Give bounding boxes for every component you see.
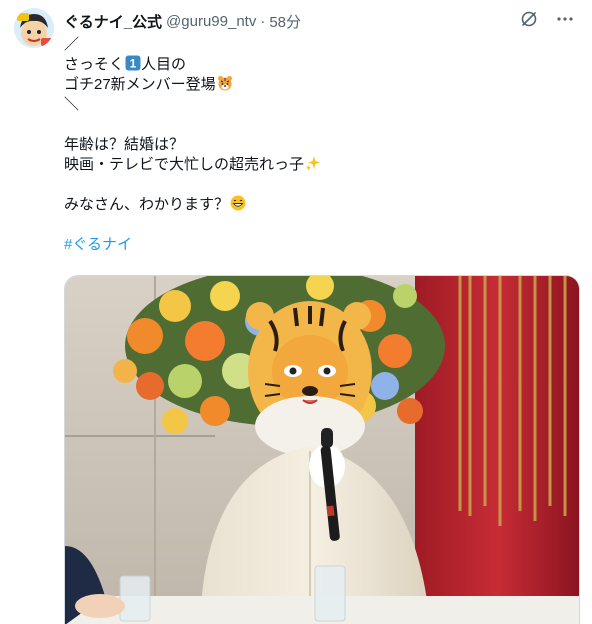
tweet-text: ／ さっそく 1 人目の ゴチ27新メンバー登場 ＼ 年齢は？結婚は？ 映画・テレビ… [64, 35, 564, 255]
text-segment: ゴチ27新メンバー登場 [64, 76, 216, 93]
author-handle[interactable]: @guru99_ntv [166, 13, 256, 30]
text-line-3: ゴチ27新メンバー登場 [64, 75, 564, 95]
tiger-face-emoji [217, 75, 233, 91]
sparkles-emoji [305, 155, 321, 171]
timestamp[interactable]: 58分 [269, 11, 301, 32]
keycap-one-emoji: 1 [125, 55, 141, 71]
header-actions [520, 10, 574, 28]
hashtag-link[interactable]: #ぐるナイ [64, 235, 564, 255]
photo-tiger-mask-person [65, 276, 579, 624]
text-segment: 映画・テレビで大忙しの超売れっ子 [64, 156, 305, 173]
grok-icon[interactable] [520, 10, 538, 28]
text-line-4: ＼ [64, 96, 80, 113]
tweet[interactable]: ぐるナイ_公式 @guru99_ntv · 58分 ／ さっそく 1 人目の ゴ… [0, 0, 592, 624]
author-name[interactable]: ぐるナイ_公式 [64, 11, 162, 32]
text-line-6: 映画・テレビで大忙しの超売れっ子 [64, 155, 564, 175]
text-segment: みなさん、わかります？ [64, 196, 230, 213]
text-line-5: 年齢は？結婚は？ [64, 136, 185, 153]
text-segment: 人目の [141, 56, 187, 73]
text-segment: さっそく [64, 56, 125, 73]
text-line-7: みなさん、わかります？ [64, 195, 564, 215]
grinning-face-emoji [230, 195, 246, 211]
tweet-photo[interactable] [64, 275, 580, 624]
avatar-image [14, 8, 54, 48]
text-line-2: さっそく 1 人目の [64, 55, 564, 75]
more-icon[interactable] [556, 10, 574, 28]
tweet-header: ぐるナイ_公式 @guru99_ntv · 58分 [64, 10, 582, 32]
separator-dot: · [260, 12, 266, 30]
svg-text:1: 1 [130, 57, 137, 71]
avatar[interactable] [14, 8, 54, 48]
text-line-1: ／ [64, 36, 80, 53]
